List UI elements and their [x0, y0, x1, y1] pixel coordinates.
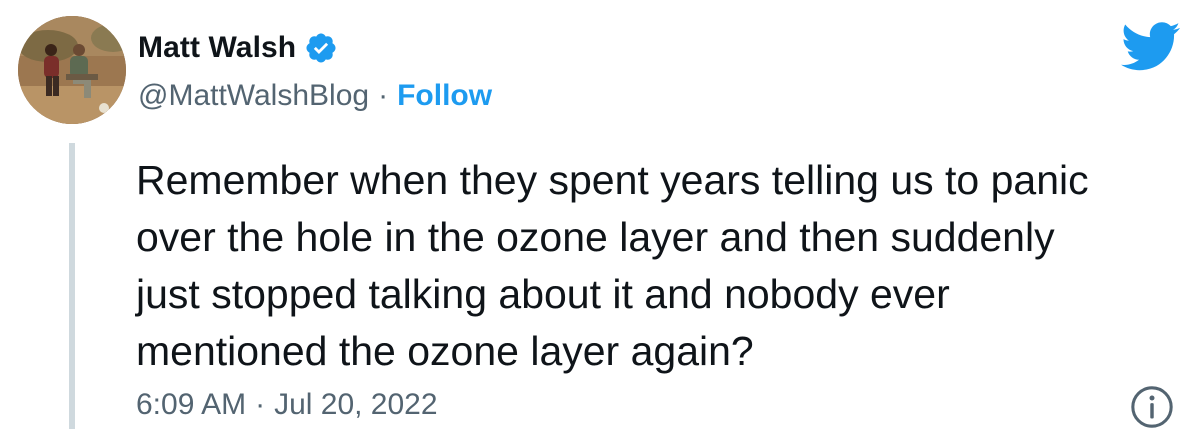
- tweet-time[interactable]: 6:09 AM: [136, 388, 246, 422]
- display-name[interactable]: Matt Walsh: [138, 31, 296, 65]
- embedded-tweet: Matt Walsh @MattWalshBlog · Follow Remem…: [0, 0, 1203, 429]
- handle[interactable]: @MattWalshBlog: [138, 79, 369, 113]
- twitter-bird-icon[interactable]: [1121, 22, 1181, 72]
- author-name-row[interactable]: Matt Walsh: [138, 28, 338, 68]
- author-handle-row: @MattWalshBlog · Follow: [138, 76, 492, 116]
- tweet-text: Remember when they spent years telling u…: [136, 157, 1089, 374]
- thread-line: [69, 143, 75, 429]
- verified-badge-icon: [304, 31, 338, 65]
- timestamp-separator: ·: [255, 388, 266, 421]
- separator-dot: ·: [378, 79, 389, 112]
- follow-button[interactable]: Follow: [397, 79, 492, 113]
- tweet-timestamp[interactable]: 6:09 AM · Jul 20, 2022: [136, 388, 438, 422]
- avatar[interactable]: [18, 16, 126, 124]
- tweet-date[interactable]: Jul 20, 2022: [274, 388, 437, 422]
- info-icon[interactable]: [1129, 384, 1175, 430]
- avatar-photo: [18, 16, 126, 124]
